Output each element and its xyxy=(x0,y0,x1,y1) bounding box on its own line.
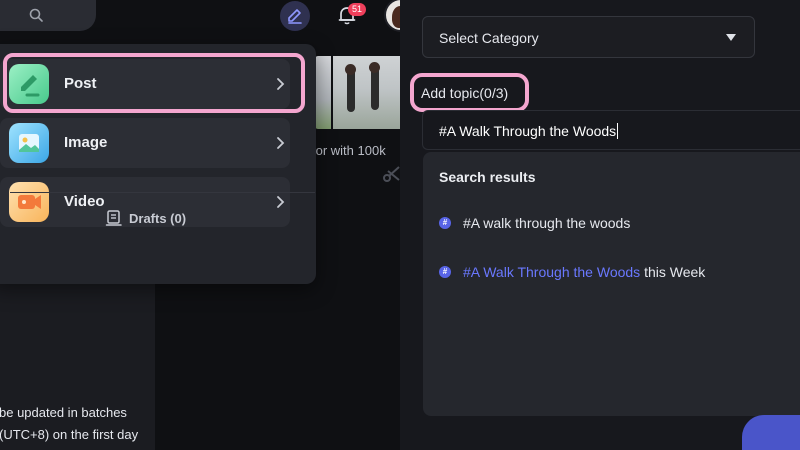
category-select[interactable]: Select Category xyxy=(422,16,755,58)
create-menu: Post Image Video xyxy=(0,44,316,284)
menu-item-label: Video xyxy=(64,193,105,210)
chevron-right-icon xyxy=(277,78,285,90)
menu-divider xyxy=(10,192,315,193)
publish-button[interactable] xyxy=(742,415,800,450)
scissors-icon xyxy=(383,166,400,182)
result-item[interactable]: # #A walk through the woods xyxy=(439,215,630,231)
create-button[interactable] xyxy=(280,1,310,31)
menu-item-label: Image xyxy=(64,134,108,151)
topic-search-input[interactable]: #A Walk Through the Woods xyxy=(422,110,800,150)
result-item-text: #A walk through the woods xyxy=(463,215,631,231)
chevron-right-icon xyxy=(277,137,285,149)
add-topic-label: Add topic(0/3) xyxy=(421,85,509,101)
caret-down-icon xyxy=(726,34,736,41)
hashtag-icon: # xyxy=(439,266,451,278)
edit-icon xyxy=(288,9,302,24)
menu-item-label: Post xyxy=(64,75,97,92)
menu-item-image[interactable]: Image xyxy=(0,118,290,168)
chevron-right-icon xyxy=(277,196,285,208)
image-icon xyxy=(9,123,49,163)
hashtag-icon: # xyxy=(439,217,451,229)
search-bar[interactable] xyxy=(0,0,96,31)
notice-text-line-1: be updated in batches xyxy=(0,405,127,420)
category-select-label: Select Category xyxy=(439,30,539,46)
menu-item-post[interactable]: Post xyxy=(0,59,290,109)
thumbnail-caption: tor with 100k xyxy=(312,143,386,158)
feed-thumbnail-dancers[interactable] xyxy=(333,56,400,129)
drafts-button[interactable]: Drafts (0) xyxy=(105,206,186,230)
video-icon xyxy=(9,182,49,222)
text-cursor xyxy=(617,123,619,139)
drafts-label: Drafts (0) xyxy=(129,210,187,226)
feed-thumbnail[interactable] xyxy=(315,56,331,129)
notification-badge: 51 xyxy=(348,3,366,16)
result-item[interactable]: # #A Walk Through the Woods this Week xyxy=(439,264,705,280)
result-item-text: this Week xyxy=(640,264,706,280)
post-edit-icon xyxy=(9,64,49,104)
results-heading: Search results xyxy=(439,169,536,185)
notice-text-line-2: (UTC+8) on the first day xyxy=(0,427,139,442)
drafts-icon xyxy=(105,210,122,226)
topic-results-dropdown: Search results # #A walk through the woo… xyxy=(423,152,800,416)
search-icon xyxy=(29,8,43,22)
result-item-match: #A Walk Through the Woods xyxy=(463,264,641,280)
topic-input-value: #A Walk Through the Woods xyxy=(439,123,617,139)
